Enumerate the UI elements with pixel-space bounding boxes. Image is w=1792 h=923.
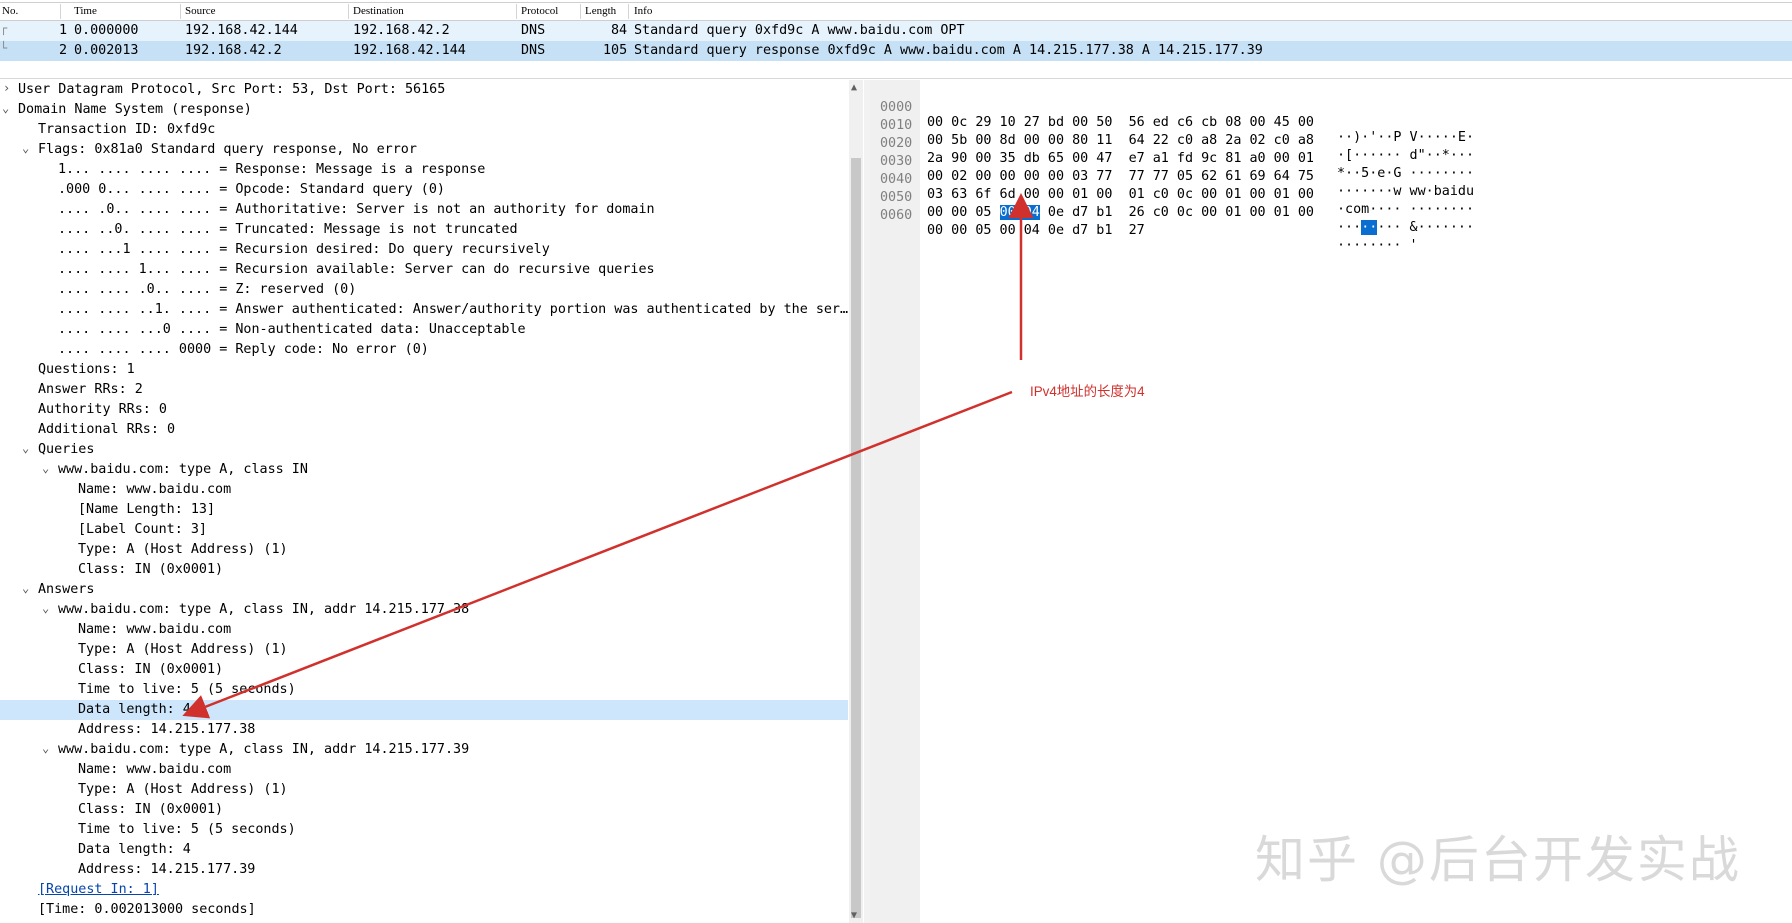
tree-node-answer[interactable]: ⌄ www.baidu.com: type A, class IN, addr 1… xyxy=(0,600,848,620)
tree-leaf[interactable]: Type: A (Host Address) (1) xyxy=(0,780,848,800)
tree-node-query[interactable]: ⌄ www.baidu.com: type A, class IN xyxy=(0,460,848,480)
tree-leaf[interactable]: Time to live: 5 (5 seconds) xyxy=(0,820,848,840)
packet-info: Standard query response 0xfd9c A www.bai… xyxy=(634,43,1263,58)
tree-leaf[interactable]: .... .0.. .... .... = Authoritative: Ser… xyxy=(0,200,848,220)
col-length[interactable]: Length xyxy=(585,5,616,17)
tree-leaf[interactable]: Class: IN (0x0001) xyxy=(0,560,848,580)
col-destination[interactable]: Destination xyxy=(353,5,404,17)
tree-leaf[interactable]: .000 0... .... .... = Opcode: Standard q… xyxy=(0,180,848,200)
scroll-up-icon[interactable]: ▲ xyxy=(851,82,857,93)
hex-row[interactable]: 0010 00 5b 00 8d 00 00 80 11 64 22 c0 a8… xyxy=(870,103,1474,163)
annotation-label: IPv4地址的长度为4 xyxy=(1030,384,1145,399)
tree-node-flags[interactable]: ⌄ Flags: 0x81a0 Standard query response, … xyxy=(0,140,848,160)
tree-leaf[interactable]: .... .... ...0 .... = Non-authenticated … xyxy=(0,320,848,340)
chevron-down-icon[interactable]: ⌄ xyxy=(22,581,29,595)
request-in-link[interactable]: [Request In: 1] xyxy=(0,880,848,900)
col-source[interactable]: Source xyxy=(185,5,216,17)
tree-leaf[interactable]: Transaction ID: 0xfd9c xyxy=(0,120,848,140)
tree-leaf[interactable]: Class: IN (0x0001) xyxy=(0,660,848,680)
hex-row[interactable]: 0020 2a 90 00 35 db 65 00 47 e7 a1 fd 9c… xyxy=(870,121,1474,181)
pane-splitter[interactable] xyxy=(0,62,1792,79)
details-scrollbar[interactable]: ▲ ▼ xyxy=(849,80,863,923)
hex-row[interactable]: 0060 00 00 05 00 04 0e d7 b1 27 ········… xyxy=(870,193,1418,253)
tree-leaf[interactable]: Answer RRs: 2 xyxy=(0,380,848,400)
tree-leaf[interactable]: Authority RRs: 0 xyxy=(0,400,848,420)
hex-row[interactable]: 0000 00 0c 29 10 27 bd 00 50 56 ed c6 cb… xyxy=(870,85,1474,145)
packet-no: 2 xyxy=(59,43,68,58)
packet-destination: 192.168.42.144 xyxy=(353,43,466,58)
packet-row[interactable]: ┌ 1 0.000000 192.168.42.144 192.168.42.2… xyxy=(0,21,1792,41)
tree-leaf[interactable]: Type: A (Host Address) (1) xyxy=(0,540,848,560)
packet-time: 0.000000 xyxy=(74,23,139,38)
packet-details-tree: › User Datagram Protocol, Src Port: 53, D… xyxy=(0,80,848,923)
tree-leaf[interactable]: Name: www.baidu.com xyxy=(0,620,848,640)
tree-leaf[interactable]: Class: IN (0x0001) xyxy=(0,800,848,820)
packet-time: 0.002013 xyxy=(74,43,139,58)
tree-leaf[interactable]: 1... .... .... .... = Response: Message … xyxy=(0,160,848,180)
packet-list: No. Time Source Destination Protocol Len… xyxy=(0,0,1792,62)
packet-length: 84 xyxy=(611,23,628,38)
tree-leaf[interactable]: Type: A (Host Address) (1) xyxy=(0,640,848,660)
tree-leaf[interactable]: Address: 14.215.177.39 xyxy=(0,860,848,880)
response-marker-icon: └ xyxy=(0,41,8,55)
col-info[interactable]: Info xyxy=(634,5,652,17)
selected-bytes[interactable]: 00 04 xyxy=(999,205,1040,220)
packet-source: 192.168.42.144 xyxy=(185,23,298,38)
tree-node-udp[interactable]: › User Datagram Protocol, Src Port: 53, D… xyxy=(0,80,848,100)
packet-bytes-pane: 0000 00 0c 29 10 27 bd 00 50 56 ed c6 cb… xyxy=(870,80,1792,923)
tree-leaf[interactable]: Address: 14.215.177.38 xyxy=(0,720,848,740)
tree-leaf[interactable]: .... ..0. .... .... = Truncated: Message… xyxy=(0,220,848,240)
chevron-down-icon[interactable]: ⌄ xyxy=(42,741,49,755)
tree-leaf[interactable]: .... .... ..1. .... = Answer authenticat… xyxy=(0,300,848,320)
hex-row-highlighted[interactable]: 0050 00 00 05 00 04 0e d7 b1 26 c0 0c 00… xyxy=(870,175,1474,235)
tree-leaf[interactable]: Name: www.baidu.com xyxy=(0,760,848,780)
scrollbar-thumb[interactable] xyxy=(851,158,861,918)
tree-leaf[interactable]: Time to live: 5 (5 seconds) xyxy=(0,680,848,700)
hex-row[interactable]: 0040 03 63 6f 6d 00 00 01 00 01 c0 0c 00… xyxy=(870,157,1474,217)
tree-leaf[interactable]: Name: www.baidu.com xyxy=(0,480,848,500)
tree-leaf-selected[interactable]: Data length: 4 xyxy=(0,700,848,720)
selected-ascii[interactable]: ·· xyxy=(1361,220,1378,235)
tree-leaf[interactable]: .... ...1 .... .... = Recursion desired:… xyxy=(0,240,848,260)
packet-no: 1 xyxy=(59,23,68,38)
packet-info: Standard query 0xfd9c A www.baidu.com OP… xyxy=(634,23,965,38)
scroll-down-icon[interactable]: ▼ xyxy=(851,910,857,921)
chevron-down-icon[interactable]: ⌄ xyxy=(22,141,29,155)
watermark: 知乎 @后台开发实战 xyxy=(1255,831,1741,889)
chevron-down-icon[interactable]: ⌄ xyxy=(42,601,49,615)
tree-node-queries[interactable]: ⌄ Queries xyxy=(0,440,848,460)
chevron-down-icon[interactable]: ⌄ xyxy=(2,101,9,115)
col-time[interactable]: Time xyxy=(74,5,97,17)
tree-node-answers[interactable]: ⌄ Answers xyxy=(0,580,848,600)
packet-protocol: DNS xyxy=(521,23,546,38)
col-no[interactable]: No. xyxy=(2,5,18,17)
packet-protocol: DNS xyxy=(521,43,546,58)
tree-leaf[interactable]: .... .... 1... .... = Recursion availabl… xyxy=(0,260,848,280)
col-protocol[interactable]: Protocol xyxy=(521,5,558,17)
tree-leaf[interactable]: Additional RRs: 0 xyxy=(0,420,848,440)
tree-leaf[interactable]: .... .... .... 0000 = Reply code: No err… xyxy=(0,340,848,360)
request-marker-icon: ┌ xyxy=(0,21,8,35)
tree-leaf[interactable]: [Name Length: 13] xyxy=(0,500,848,520)
tree-node-dns[interactable]: ⌄ Domain Name System (response) xyxy=(0,100,848,120)
packet-row-selected[interactable]: └ 2 0.002013 192.168.42.2 192.168.42.144… xyxy=(0,41,1792,61)
tree-leaf[interactable]: .... .... .0.. .... = Z: reserved (0) xyxy=(0,280,848,300)
tree-leaf[interactable]: [Time: 0.002013000 seconds] xyxy=(0,900,848,920)
packet-source: 192.168.42.2 xyxy=(185,43,282,58)
tree-node-answer[interactable]: ⌄ www.baidu.com: type A, class IN, addr 1… xyxy=(0,740,848,760)
chevron-down-icon[interactable]: ⌄ xyxy=(42,461,49,475)
packet-destination: 192.168.42.2 xyxy=(353,23,450,38)
packet-list-header: No. Time Source Destination Protocol Len… xyxy=(0,2,1792,21)
tree-leaf[interactable]: Data length: 4 xyxy=(0,840,848,860)
tree-leaf[interactable]: [Label Count: 3] xyxy=(0,520,848,540)
tree-leaf[interactable]: Questions: 1 xyxy=(0,360,848,380)
hex-row[interactable]: 0030 00 02 00 00 00 00 03 77 77 77 05 62… xyxy=(870,139,1474,199)
chevron-right-icon[interactable]: › xyxy=(3,81,10,95)
packet-length: 105 xyxy=(603,43,628,58)
chevron-down-icon[interactable]: ⌄ xyxy=(22,441,29,455)
